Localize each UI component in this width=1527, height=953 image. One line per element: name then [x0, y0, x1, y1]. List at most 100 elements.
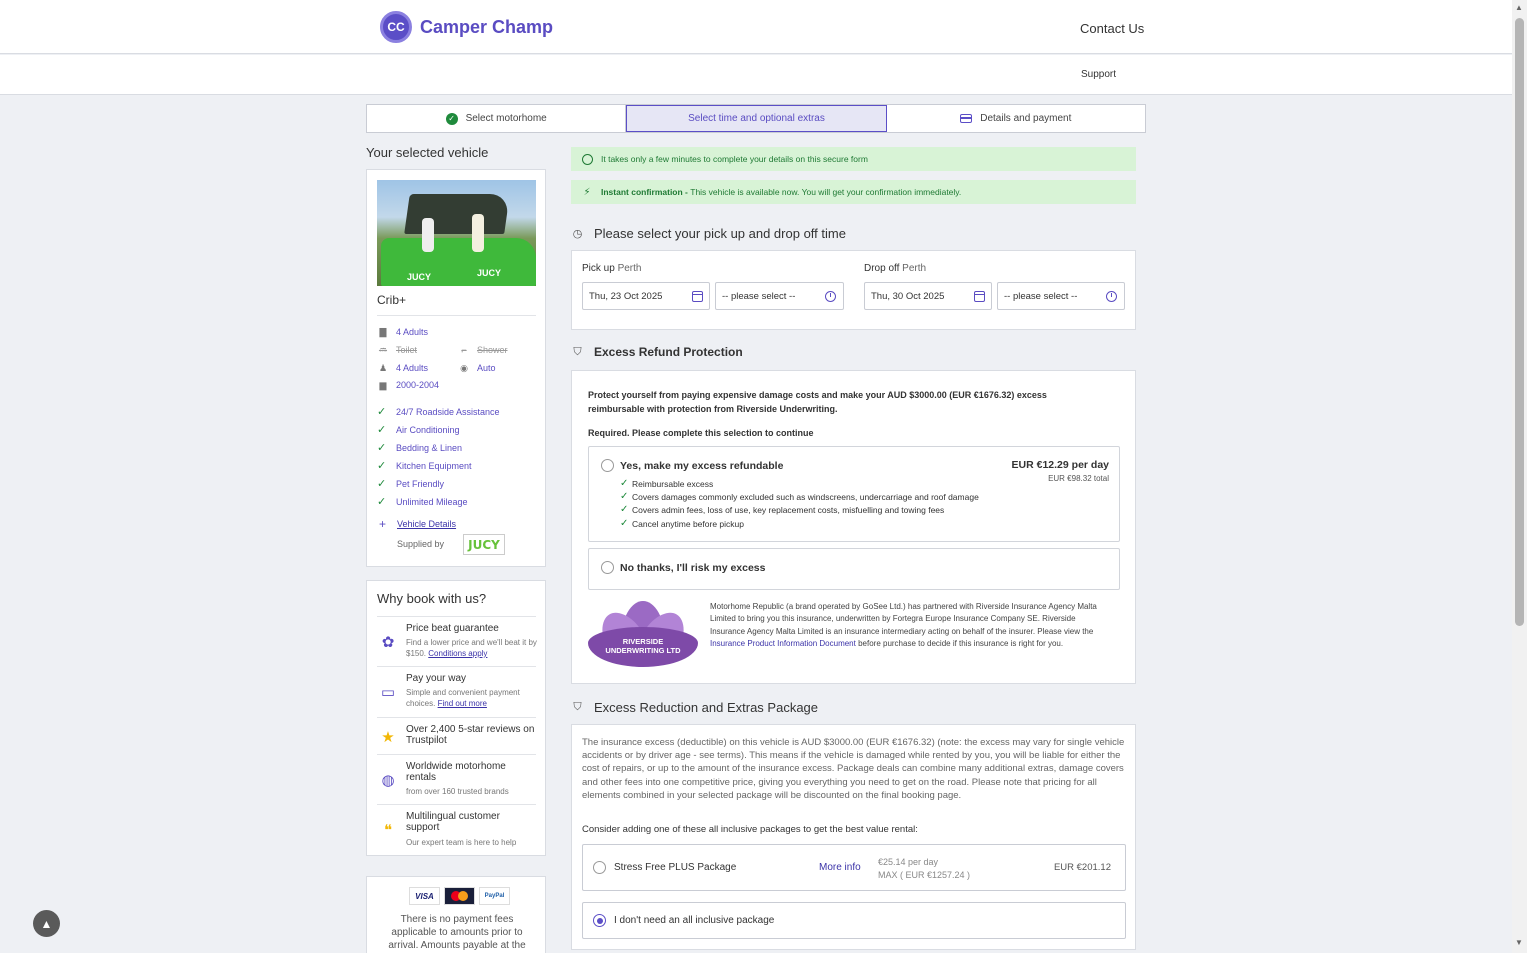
package-total: EUR €201.12 — [1053, 862, 1111, 873]
spec-shower: ⌐ Shower — [458, 345, 507, 355]
vehicle-name: Crib+ — [377, 293, 407, 307]
seats-icon: ▇ — [379, 326, 387, 337]
radio-yes[interactable] — [601, 459, 614, 472]
step-label: Select motorhome — [465, 113, 547, 124]
dropoff-time-select[interactable]: -- please select -- — [997, 282, 1125, 310]
step-select-motorhome[interactable]: ✓ Select motorhome — [367, 105, 627, 132]
mastercard-logo — [444, 887, 475, 905]
ipid-link[interactable]: Insurance Product Information Document — [710, 639, 856, 648]
price-tag-icon: ✿ — [381, 634, 395, 651]
back-to-top-button[interactable]: ▲ — [33, 910, 60, 937]
erp-option-yes[interactable]: Yes, make my excess refundable EUR €12.2… — [588, 446, 1120, 542]
why-item-pay-your-way: ▭ Pay your way Simple and convenient pay… — [377, 666, 536, 717]
logo-text: Camper Champ — [420, 16, 554, 37]
selected-vehicle-title: Your selected vehicle — [366, 145, 489, 160]
page-scrollbar[interactable]: ▲ ▼ — [1512, 0, 1527, 953]
pickup-date-input[interactable]: Thu, 23 Oct 2025 — [582, 282, 710, 310]
riverside-description: Motorhome Republic (a brand operated by … — [710, 602, 1097, 648]
why-book-card: Why book with us? ✿ Price beat guarantee… — [366, 580, 546, 856]
riverside-underwriting-logo: RIVERSIDE UNDERWRITING LTD — [588, 601, 698, 671]
support-link[interactable]: Support — [1081, 69, 1116, 80]
spec-adults: ▇ 4 Adults — [377, 326, 429, 338]
radio-no-package[interactable] — [593, 914, 606, 927]
why-item-price-beat: ✿ Price beat guarantee Find a lower pric… — [377, 616, 537, 666]
erx-card: The insurance excess (deductible) on thi… — [571, 724, 1136, 950]
top-header: CC Camper Champ Contact Us — [0, 0, 1512, 54]
scroll-up-icon[interactable]: ▲ — [1515, 3, 1523, 12]
package-none[interactable]: I don't need an all inclusive package — [582, 902, 1126, 939]
package-stress-free-plus[interactable]: Stress Free PLUS Package More info €25.1… — [582, 844, 1126, 891]
spec-toilet: ♒ Toilet — [378, 344, 418, 356]
erp-card: Protect yourself from paying expensive d… — [571, 370, 1136, 684]
why-book-title: Why book with us? — [377, 591, 487, 606]
globe-icon: ◍ — [381, 772, 395, 789]
radio-no[interactable] — [601, 561, 614, 574]
vehicle-icon: ▆ — [379, 379, 387, 390]
check-circle-icon: ✓ — [445, 112, 458, 125]
erp-yes-price: EUR €12.29 per day — [1011, 459, 1109, 471]
erp-yes-total: EUR €98.32 total — [1048, 474, 1109, 483]
spec-years: ▆ 2000-2004 — [377, 379, 440, 391]
why-item-reviews: ★ Over 2,400 5-star reviews on Trustpilo… — [377, 717, 536, 754]
scroll-down-icon[interactable]: ▼ — [1515, 938, 1523, 947]
lightning-icon: ⚡ — [583, 186, 591, 198]
check-icon: ✓ — [620, 491, 629, 502]
vehicle-details-link[interactable]: + Vehicle Details — [377, 517, 456, 531]
feature-item: ✓ Air Conditioning — [377, 424, 460, 436]
calendar-icon — [974, 291, 985, 302]
erp-required-note: Required. Please complete this selection… — [588, 428, 814, 438]
calendar-icon — [692, 291, 703, 302]
erp-intro: Protect yourself from paying expensive d… — [588, 390, 1047, 414]
erp-feature: ✓ Covers admin fees, loss of use, key rep… — [620, 504, 945, 515]
spec-sleeps: ♟ 4 Adults — [378, 362, 429, 374]
star-icon: ★ — [381, 729, 395, 746]
logo-mark-icon: CC — [380, 11, 412, 43]
step-select-time-extras[interactable]: Select time and optional extras — [626, 105, 887, 132]
shield-check-icon: ⛉ — [573, 701, 582, 713]
calendar-clock-icon: ◷ — [572, 228, 583, 240]
check-icon: ✓ — [377, 406, 387, 418]
shower-icon: ⌐ — [461, 345, 467, 355]
clock-icon — [1106, 291, 1117, 302]
chevron-up-icon: ▲ — [40, 916, 53, 931]
booking-steps: ✓ Select motorhome Select time and optio… — [366, 104, 1146, 133]
check-icon: ✓ — [620, 478, 629, 489]
radio-stress-free-plus[interactable] — [593, 861, 606, 874]
payment-fees-text: There is no payment fees applicable to a… — [388, 914, 526, 951]
scrollbar-thumb[interactable] — [1515, 18, 1524, 626]
check-icon: ✓ — [377, 442, 387, 454]
check-icon: ✓ — [377, 478, 387, 490]
erp-feature: ✓ Cancel anytime before pickup — [620, 518, 744, 529]
step-details-payment[interactable]: Details and payment — [887, 105, 1145, 132]
more-info-link[interactable]: More info — [819, 862, 861, 873]
secure-form-banner: It takes only a few minutes to complete … — [571, 147, 1136, 171]
instant-confirmation-banner: ⚡ Instant confirmation - This vehicle is… — [571, 180, 1136, 204]
step-label: Select time and optional extras — [688, 113, 825, 124]
dropoff-date-input[interactable]: Thu, 30 Oct 2025 — [864, 282, 992, 310]
why-item-worldwide: ◍ Worldwide motorhome rentals from over … — [377, 754, 536, 804]
toilet-icon: ♒ — [378, 344, 388, 355]
check-icon: ✓ — [620, 518, 629, 529]
pickup-time-select[interactable]: -- please select -- — [715, 282, 844, 310]
credit-card-icon — [960, 114, 973, 123]
gear-icon: ◉ — [460, 362, 468, 373]
brand-logo[interactable]: CC Camper Champ — [380, 11, 553, 43]
conditions-apply-link[interactable]: Conditions apply — [428, 649, 487, 658]
feature-item: ✓ Unlimited Mileage — [377, 496, 468, 508]
dropoff-label: Drop off Perth — [864, 263, 927, 274]
erx-cta: Consider adding one of these all inclusi… — [582, 824, 918, 835]
check-icon: ✓ — [377, 460, 387, 472]
pickup-label: Pick up Perth — [582, 263, 642, 274]
person-icon: ♟ — [378, 362, 388, 373]
check-icon: ✓ — [377, 496, 387, 508]
erp-feature: ✓ Reimbursable excess — [620, 478, 714, 489]
spec-transmission: ◉ Auto — [458, 362, 495, 374]
feature-item: ✓ Pet Friendly — [377, 478, 445, 490]
contact-us-link[interactable]: Contact Us — [1080, 21, 1144, 36]
find-out-more-link[interactable]: Find out more — [438, 699, 487, 708]
step-label: Details and payment — [980, 113, 1072, 124]
feature-item: ✓ Bedding & Linen — [377, 442, 463, 454]
paypal-logo: PayPal — [479, 887, 510, 905]
time-section-title: ◷ Please select your pick up and drop of… — [572, 226, 846, 241]
erp-option-no[interactable]: No thanks, I'll risk my excess — [588, 548, 1120, 590]
